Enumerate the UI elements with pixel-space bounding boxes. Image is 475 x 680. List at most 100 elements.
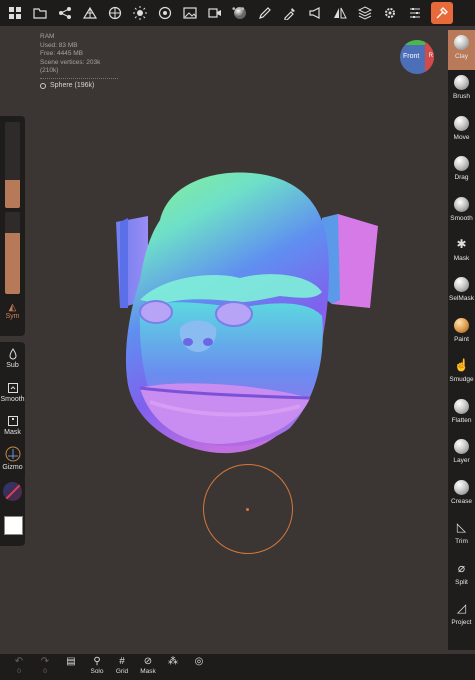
pencil-icon[interactable] [252, 0, 277, 26]
gizmo-toggle[interactable]: Gizmo [0, 446, 25, 471]
tool-move[interactable]: Move [448, 111, 475, 151]
wireframe-toggle[interactable]: ◎ [186, 656, 212, 668]
camera-settings-icon[interactable] [152, 0, 177, 26]
undo-count: 0 [17, 668, 21, 675]
tool-selmask[interactable]: SelMask [448, 272, 475, 312]
smooth-icon [454, 197, 469, 212]
undo-icon: ↶ [14, 656, 24, 667]
smooth-toggle[interactable]: Smooth [0, 382, 25, 403]
memory-stats: RAM Used: 83 MB Free: 4445 MB Scene vert… [40, 33, 118, 79]
brush-icon [454, 75, 469, 90]
gallery-icon[interactable] [2, 0, 27, 26]
bottom-mask-label: Mask [140, 668, 156, 675]
ram-free: Free: 4445 MB [40, 50, 83, 58]
project-icon: ◿ [456, 601, 467, 615]
flatten-icon [454, 399, 469, 414]
gizmo-right-label: R [428, 53, 433, 59]
tool-brush[interactable]: Brush [448, 70, 475, 110]
drag-icon [454, 156, 469, 171]
scene-tree-icon[interactable] [52, 0, 77, 26]
stats-divider [40, 77, 118, 79]
tool-layer[interactable]: Layer [448, 434, 475, 474]
material-color-swatch[interactable] [3, 482, 22, 501]
sphere-grid-icon[interactable] [102, 0, 127, 26]
sliders-icon[interactable] [402, 0, 427, 26]
redo-count: 0 [43, 668, 47, 675]
bottom-toolbar: ↶ 0 ↷ 0 ▤ ⚲ Solo # Grid ⊘ Mask ⁂ ◎ [0, 654, 475, 680]
tool-crease[interactable]: Crease [448, 475, 475, 515]
solo-toggle[interactable]: ⚲ Solo [84, 656, 110, 675]
tool-drag[interactable]: Drag [448, 151, 475, 191]
video-icon[interactable] [202, 0, 227, 26]
tool-clay[interactable]: Clay [448, 30, 475, 70]
mask-label: Mask [4, 429, 21, 436]
smooth-square-icon [7, 383, 18, 393]
tool-smudge[interactable]: ☝ Smudge [448, 353, 475, 393]
radius-slider-fill [5, 180, 20, 208]
tool-smooth-label: Smooth [450, 215, 473, 222]
settings-icon[interactable] [377, 0, 402, 26]
tool-paint[interactable]: Paint [448, 313, 475, 353]
mask-square-icon [7, 416, 18, 426]
left-tool-panel: Sub Smooth Mask Gizmo [0, 342, 25, 482]
paint-color-swatch[interactable] [4, 516, 23, 535]
active-object-row[interactable]: Sphere (196k) [40, 82, 94, 89]
clay-icon [454, 35, 469, 50]
top-toolbar: ••• [0, 0, 475, 26]
vertices-toggle[interactable]: ⁂ [160, 656, 186, 668]
redo-icon: ↷ [40, 656, 50, 667]
vertices-icon: ⁂ [168, 656, 178, 667]
tool-split-label: Split [455, 579, 468, 586]
folder-icon[interactable] [27, 0, 52, 26]
megaphone-icon[interactable] [302, 0, 327, 26]
more-dots-icon[interactable]: ••• [232, 4, 246, 15]
right-tool-panel: Clay Brush Move Drag Smooth ✱ Mask SelMa… [448, 30, 475, 650]
solo-label: Solo [90, 668, 104, 675]
wireframe-icon: ◎ [194, 656, 204, 667]
split-icon: ⌀ [457, 561, 466, 575]
object-visibility-icon[interactable] [40, 82, 46, 89]
intensity-slider[interactable] [5, 212, 20, 294]
right-ear-block [322, 214, 378, 308]
grid-label: Grid [115, 668, 129, 675]
tool-drag-label: Drag [454, 174, 469, 181]
radius-slider[interactable] [5, 122, 20, 208]
tool-paint-label: Paint [454, 336, 469, 343]
tool-smooth[interactable]: Smooth [448, 192, 475, 232]
sub-toggle[interactable]: Sub [0, 348, 25, 369]
tools-icon[interactable] [431, 2, 453, 24]
trim-icon: ◺ [456, 520, 467, 534]
symmetry-icon[interactable] [327, 0, 352, 26]
tool-split[interactable]: ⌀ Split [448, 556, 475, 596]
layers-icon[interactable] [352, 0, 377, 26]
tool-project[interactable]: ◿ Project [448, 596, 475, 636]
sculpt-model[interactable] [100, 160, 390, 460]
eyedropper-icon[interactable] [277, 0, 302, 26]
image-icon[interactable] [177, 0, 202, 26]
smudge-icon: ☝ [454, 358, 469, 372]
active-object-label: Sphere (196k) [50, 82, 95, 89]
history-button[interactable]: ▤ [58, 656, 84, 668]
history-icon: ▤ [66, 656, 76, 667]
redo-button[interactable]: ↷ 0 [32, 656, 58, 675]
grid-icon: # [119, 656, 125, 667]
symmetry-toggle-icon: ◭ [8, 302, 17, 313]
grid-toggle[interactable]: # Grid [109, 656, 135, 675]
tool-move-label: Move [453, 134, 470, 141]
tool-flatten[interactable]: Flatten [448, 394, 475, 434]
light-icon[interactable] [127, 0, 152, 26]
undo-button[interactable]: ↶ 0 [6, 656, 32, 675]
brush-cursor-center [246, 508, 249, 511]
tool-mask[interactable]: ✱ Mask [448, 232, 475, 272]
view-cube-gizmo[interactable]: Front R [400, 40, 434, 74]
mask-toggle[interactable]: Mask [0, 415, 25, 436]
tool-trim[interactable]: ◺ Trim [448, 515, 475, 555]
topology-icon[interactable] [77, 0, 102, 26]
tool-selmask-label: SelMask [449, 295, 474, 302]
left-brush-panel: ◭ Sym [0, 116, 25, 336]
crease-icon [454, 480, 469, 495]
intensity-slider-fill [5, 233, 20, 294]
sym-toggle[interactable]: ◭ Sym [0, 302, 25, 320]
sub-label: Sub [6, 362, 19, 369]
mask-visibility-toggle[interactable]: ⊘ Mask [135, 656, 161, 675]
